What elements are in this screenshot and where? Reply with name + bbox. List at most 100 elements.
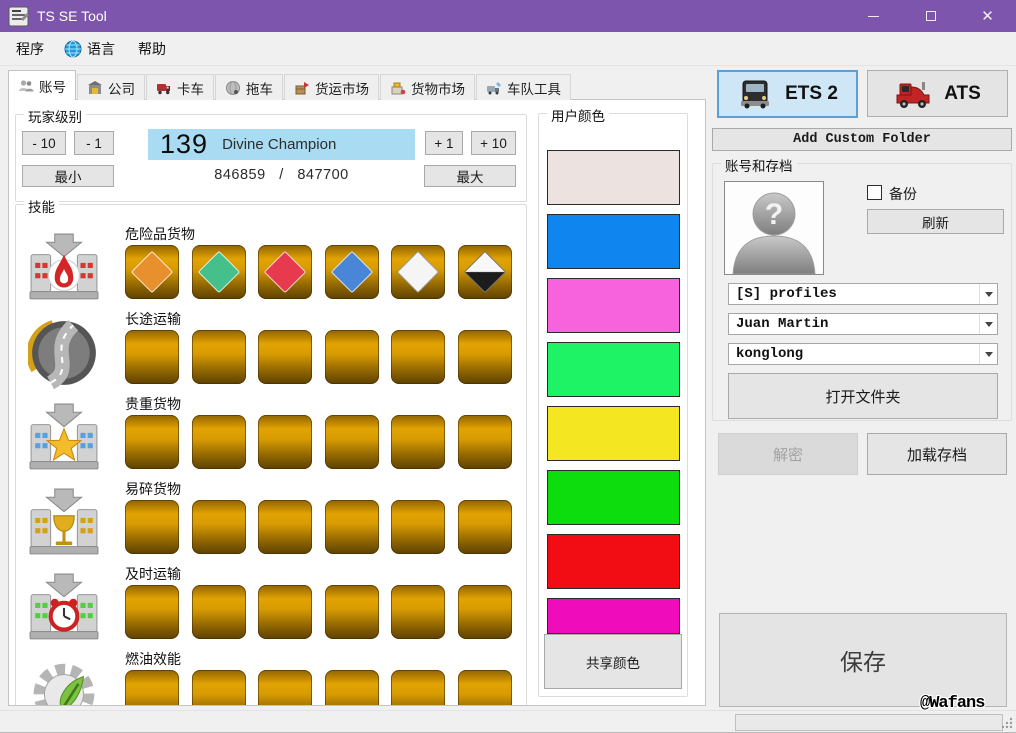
color-swatch[interactable] — [547, 214, 680, 269]
skill-point-button[interactable] — [324, 415, 379, 469]
close-button[interactable]: ✕ — [959, 0, 1016, 32]
save-slot-dropdown[interactable]: konglong — [728, 343, 998, 365]
menu-bar: 程序 语言 帮助 — [0, 32, 1016, 66]
profile-name-dropdown[interactable]: Juan Martin — [728, 313, 998, 335]
color-swatch[interactable] — [547, 406, 680, 461]
status-progress — [735, 714, 1003, 731]
skill-point-button[interactable] — [191, 670, 246, 705]
skill-point-button[interactable] — [324, 500, 379, 554]
tab-account[interactable]: 账号 — [8, 70, 76, 101]
level-minus1-button[interactable]: - 1 — [74, 131, 114, 155]
ats-button[interactable]: ATS — [867, 70, 1008, 117]
tab-freight-market[interactable]: 货运市场 — [284, 74, 379, 100]
skill-point-button[interactable] — [324, 330, 379, 384]
close-icon: ✕ — [981, 7, 994, 25]
add-custom-folder-button[interactable]: Add Custom Folder — [712, 128, 1012, 151]
maximize-button[interactable] — [902, 0, 959, 32]
skill-long-distance-icon — [28, 319, 96, 389]
skill-point-button[interactable] — [391, 585, 445, 639]
status-bar — [0, 710, 1016, 732]
tab-cargo-market[interactable]: 货物市场 — [380, 74, 475, 100]
skill-point-button[interactable] — [125, 585, 179, 639]
chevron-down-icon[interactable] — [979, 344, 997, 364]
skill-point-button[interactable] — [391, 500, 445, 554]
skill-point-button[interactable] — [457, 245, 512, 299]
tab-fleet-tools-label: 车队工具 — [507, 81, 561, 97]
level-max-button[interactable]: 最大 — [424, 165, 516, 187]
skill-point-button[interactable] — [125, 415, 179, 469]
skill-point-button[interactable] — [391, 330, 445, 384]
color-swatch[interactable] — [547, 470, 680, 525]
skill-point-button[interactable] — [125, 670, 179, 705]
skill-long-distance-buttons — [125, 330, 512, 384]
skill-point-button[interactable] — [457, 330, 512, 384]
account-icon — [19, 79, 34, 91]
maximize-icon — [925, 11, 936, 21]
color-swatch[interactable] — [547, 150, 680, 205]
color-swatch[interactable] — [547, 342, 680, 397]
refresh-button[interactable]: 刷新 — [867, 209, 1004, 234]
player-level-group-label: 玩家级别 — [24, 106, 86, 126]
tab-freight-market-label: 货运市场 — [315, 81, 369, 97]
skill-point-button[interactable] — [457, 585, 512, 639]
skill-point-button[interactable] — [324, 585, 379, 639]
profiles-dropdown[interactable]: [S] profiles — [728, 283, 998, 305]
skill-point-button[interactable] — [324, 245, 379, 299]
svg-text:?: ? — [765, 198, 783, 231]
menu-help[interactable]: 帮助 — [132, 32, 172, 66]
skill-point-button[interactable] — [191, 330, 246, 384]
color-swatch[interactable] — [547, 278, 680, 333]
resize-grip[interactable] — [1000, 716, 1014, 730]
skill-point-button[interactable] — [457, 415, 512, 469]
skill-point-button[interactable] — [258, 245, 312, 299]
skill-point-button[interactable] — [391, 245, 445, 299]
shared-colors-button[interactable]: 共享颜色 — [544, 634, 682, 689]
color-swatch[interactable] — [547, 534, 680, 589]
skill-point-button[interactable] — [191, 585, 246, 639]
skill-point-button[interactable] — [457, 500, 512, 554]
ets2-button[interactable]: ETS 2 — [717, 70, 858, 118]
tab-company[interactable]: 公司 — [77, 74, 145, 100]
skill-point-button[interactable] — [324, 670, 379, 705]
skill-point-button[interactable] — [391, 670, 445, 705]
save-button[interactable]: 保存 — [719, 613, 1007, 707]
load-save-button[interactable]: 加载存档 — [867, 433, 1007, 475]
skill-high-value-buttons — [125, 415, 512, 469]
skill-point-button[interactable] — [457, 670, 512, 705]
avatar-placeholder-icon: ? — [725, 182, 823, 275]
tab-trailer[interactable]: 拖车 — [215, 74, 283, 100]
account-tab-page: 玩家级别 - 10 - 1 139 Divine Champion + 1 + … — [8, 99, 706, 706]
tab-truck[interactable]: 卡车 — [146, 74, 214, 100]
skill-point-button[interactable] — [191, 415, 246, 469]
skill-fragile-icon — [29, 488, 99, 555]
skill-point-button[interactable] — [125, 500, 179, 554]
skill-point-button[interactable] — [258, 330, 312, 384]
chevron-down-icon[interactable] — [979, 314, 997, 334]
level-min-button[interactable]: 最小 — [22, 165, 114, 187]
level-minus10-button[interactable]: - 10 — [22, 131, 66, 155]
color-swatch[interactable] — [547, 598, 680, 634]
skill-point-button[interactable] — [125, 330, 179, 384]
open-folder-button[interactable]: 打开文件夹 — [728, 373, 998, 419]
skill-point-button[interactable] — [125, 245, 179, 299]
watermark: @Wafans — [920, 694, 985, 713]
skill-point-button[interactable] — [258, 415, 312, 469]
skill-point-button[interactable] — [258, 585, 312, 639]
skill-point-button[interactable] — [191, 245, 246, 299]
level-plus10-button[interactable]: + 10 — [471, 131, 516, 155]
skill-point-button[interactable] — [258, 670, 312, 705]
decrypt-button[interactable]: 解密 — [718, 433, 858, 475]
chevron-down-icon[interactable] — [979, 284, 997, 304]
freight-market-icon — [295, 81, 309, 94]
skill-point-button[interactable] — [191, 500, 246, 554]
level-plus1-button[interactable]: + 1 — [425, 131, 463, 155]
skill-point-button[interactable] — [391, 415, 445, 469]
menu-program[interactable]: 程序 — [10, 32, 50, 66]
menu-language[interactable]: 语言 — [58, 32, 121, 66]
level-rank: Divine Champion — [222, 136, 337, 153]
app-icon — [8, 6, 29, 26]
backup-checkbox[interactable] — [867, 185, 882, 200]
skill-point-button[interactable] — [258, 500, 312, 554]
tab-fleet-tools[interactable]: 车队工具 — [476, 74, 571, 100]
minimize-button[interactable] — [845, 0, 902, 32]
